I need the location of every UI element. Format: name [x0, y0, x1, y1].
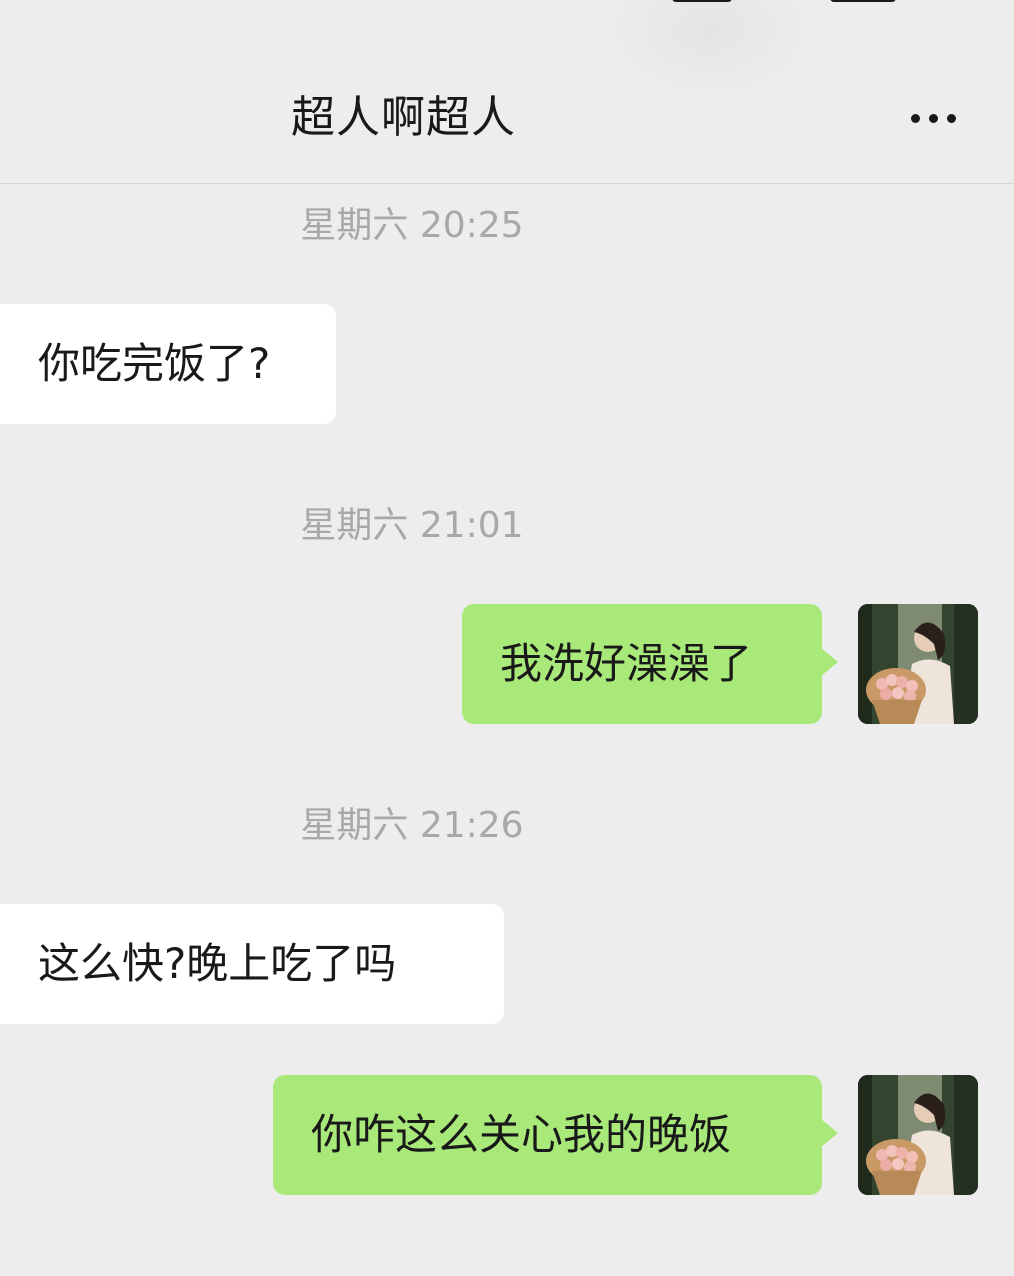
sent-message-bubble[interactable]: 你咋这么关心我的晚饭 [273, 1075, 838, 1195]
received-message-bubble[interactable]: 这么快?晚上吃了吗 [0, 904, 504, 1024]
user-avatar[interactable] [858, 1075, 978, 1195]
more-dots-icon [910, 113, 920, 123]
message-timestamp: 星期六 21:26 [300, 805, 524, 846]
avatar-woman-with-roses-photo [858, 1075, 978, 1195]
chat-header: 超人啊超人 [0, 0, 1014, 184]
message-timestamp: 星期六 20:25 [300, 205, 524, 246]
more-dots-icon [946, 113, 956, 123]
avatar-woman-with-roses-photo [858, 604, 978, 724]
chat-title: 超人啊超人 [291, 92, 516, 143]
more-options-button[interactable] [900, 96, 966, 140]
message-timestamp: 星期六 21:01 [300, 505, 524, 546]
sent-message-bubble[interactable]: 我洗好澡澡了 [462, 604, 838, 724]
user-avatar[interactable] [858, 604, 978, 724]
chat-screen: 超人啊超人 星期六 20:25 你吃完饭了? 星期六 21:01 我洗好澡澡了 [0, 0, 1014, 1276]
more-dots-icon [928, 113, 938, 123]
received-message-bubble[interactable]: 你吃完饭了? [0, 304, 336, 424]
